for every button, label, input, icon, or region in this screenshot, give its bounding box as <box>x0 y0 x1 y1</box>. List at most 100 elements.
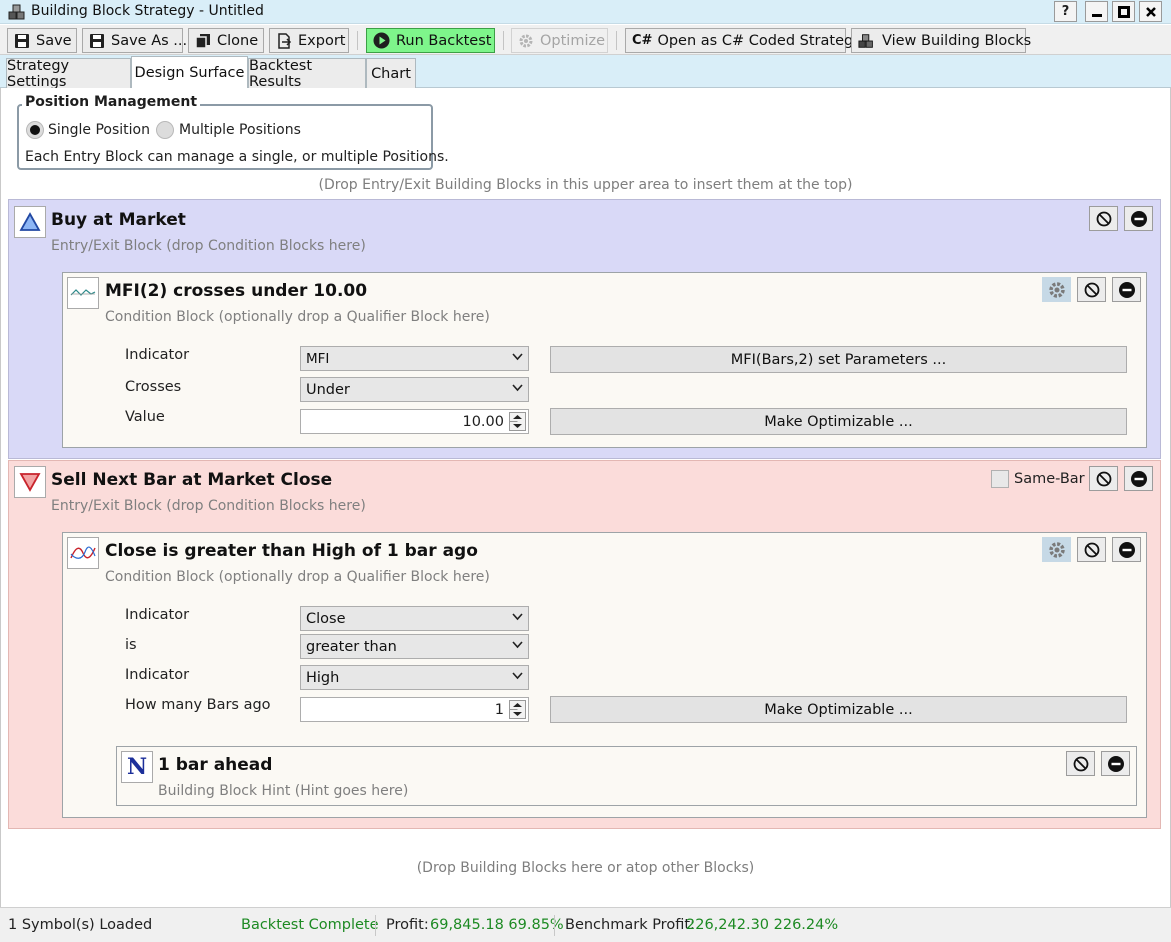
condition-subtitle: Condition Block (optionally drop a Quali… <box>105 569 490 585</box>
comparison-dropdown[interactable]: greater than <box>300 634 529 659</box>
spin-arrows-icon <box>509 412 526 431</box>
save-as-label: Save As ... <box>111 32 188 49</box>
remove-button[interactable] <box>1112 277 1141 302</box>
bars-ago-input[interactable]: 1 <box>495 702 504 718</box>
close-button[interactable] <box>1139 1 1162 22</box>
make-optimizable-button[interactable]: Make Optimizable ... <box>550 696 1127 723</box>
same-bar-checkbox[interactable] <box>991 470 1009 488</box>
set-parameters-button[interactable]: MFI(Bars,2) set Parameters ... <box>550 346 1127 373</box>
view-building-blocks-label: View Building Blocks <box>882 32 1032 49</box>
tab-bar: Strategy Settings Design Surface Backtes… <box>0 55 1171 90</box>
make-optimizable-button[interactable]: Make Optimizable ... <box>550 408 1127 435</box>
minimize-button[interactable] <box>1085 1 1108 22</box>
crosses-dropdown[interactable]: Under <box>300 377 529 402</box>
save-button[interactable]: Save <box>7 28 77 53</box>
gear-icon <box>519 34 533 47</box>
clone-icon <box>195 33 210 49</box>
bars-ago-stepper[interactable]: 1 <box>300 697 529 722</box>
exit-block-title: Sell Next Bar at Market Close <box>51 470 333 490</box>
spin-arrows-icon <box>509 700 526 719</box>
status-separator <box>554 915 555 936</box>
multiple-positions-radio[interactable] <box>156 121 174 139</box>
maximize-button[interactable] <box>1112 1 1135 22</box>
chevron-down-icon <box>512 384 523 392</box>
disable-button[interactable] <box>1077 277 1106 302</box>
disable-button[interactable] <box>1077 537 1106 562</box>
save-as-button[interactable]: Save As ... <box>82 28 187 53</box>
status-separator <box>375 915 376 936</box>
indicator-value: Close <box>306 611 346 627</box>
disable-icon <box>1084 542 1099 557</box>
tab-design-surface[interactable]: Design Surface <box>131 56 248 89</box>
symbols-loaded-status: 1 Symbol(s) Loaded <box>8 917 153 933</box>
settings-button[interactable] <box>1042 537 1071 562</box>
export-button[interactable]: Export <box>269 28 349 53</box>
indicator-dropdown[interactable]: Close <box>300 606 529 631</box>
export-icon <box>278 32 292 49</box>
indicator-value: MFI <box>306 351 330 367</box>
disable-button[interactable] <box>1066 751 1095 776</box>
remove-button[interactable] <box>1101 751 1130 776</box>
open-csharp-button[interactable]: C# Open as C# Coded Strategy <box>625 28 862 53</box>
hint-block-title: 1 bar ahead <box>158 755 273 775</box>
status-bar: 1 Symbol(s) Loaded Backtest Complete Pro… <box>0 907 1171 942</box>
run-backtest-button[interactable]: Run Backtest <box>366 28 495 53</box>
top-drop-hint: (Drop Entry/Exit Building Blocks in this… <box>318 177 853 193</box>
open-csharp-label: Open as C# Coded Strategy <box>657 32 862 49</box>
value-label: Value <box>125 409 165 425</box>
chevron-down-icon <box>512 641 523 649</box>
entry-block-subtitle: Entry/Exit Block (drop Condition Blocks … <box>51 238 366 254</box>
profit-label: Profit: <box>386 917 429 933</box>
save-as-icon <box>90 33 104 48</box>
play-icon <box>373 32 390 49</box>
benchmark-profit-value: 226,242.30 226.24% <box>686 917 839 933</box>
optimize-button[interactable]: Optimize <box>511 28 608 53</box>
condition-title: MFI(2) crosses under 10.00 <box>105 281 368 301</box>
profit-value: 69,845.18 69.85% <box>430 917 564 933</box>
clone-label: Clone <box>217 32 259 49</box>
tab-backtest-results[interactable]: Backtest Results <box>248 58 366 90</box>
export-label: Export <box>298 32 346 49</box>
disable-icon <box>1096 211 1111 226</box>
hint-block-subtitle: Building Block Hint (Hint goes here) <box>158 783 409 799</box>
building-blocks-icon <box>858 33 873 48</box>
remove-icon <box>1130 210 1147 227</box>
chevron-down-icon <box>512 353 523 361</box>
indicator-dropdown-2[interactable]: High <box>300 665 529 690</box>
remove-button[interactable] <box>1124 206 1153 231</box>
minimize-icon <box>1091 13 1102 17</box>
toolbar-separator <box>503 31 504 50</box>
window-title: Building Block Strategy - Untitled <box>31 3 264 19</box>
close-icon <box>1145 6 1156 17</box>
hint-letter-icon: N <box>121 751 153 783</box>
view-building-blocks-button[interactable]: View Building Blocks <box>851 28 1031 53</box>
single-position-radio[interactable] <box>26 121 44 139</box>
maximize-icon <box>1117 5 1130 18</box>
value-stepper[interactable]: 10.00 <box>300 409 529 434</box>
value-input[interactable]: 10.00 <box>462 414 504 430</box>
disable-button[interactable] <box>1089 206 1118 231</box>
clone-button[interactable]: Clone <box>188 28 264 53</box>
indicator-compare-icon <box>67 537 99 569</box>
toolbar-separator <box>357 31 358 50</box>
sell-triangle-icon <box>14 466 46 498</box>
remove-button[interactable] <box>1112 537 1141 562</box>
tab-strategy-settings[interactable]: Strategy Settings <box>6 58 131 90</box>
multiple-positions-label[interactable]: Multiple Positions <box>179 122 301 138</box>
indicator-dropdown[interactable]: MFI <box>300 346 529 371</box>
disable-button[interactable] <box>1089 466 1118 491</box>
help-button[interactable]: ? <box>1054 1 1077 22</box>
gear-icon <box>1048 281 1065 298</box>
settings-button[interactable] <box>1042 277 1071 302</box>
remove-button[interactable] <box>1124 466 1153 491</box>
remove-icon <box>1130 470 1147 487</box>
single-position-label[interactable]: Single Position <box>48 122 150 138</box>
indicator-label: Indicator <box>125 607 190 623</box>
same-bar-label[interactable]: Same-Bar <box>1014 471 1085 487</box>
crosses-label: Crosses <box>125 379 182 395</box>
indicator-value-2: High <box>306 670 340 686</box>
tab-chart[interactable]: Chart <box>366 58 416 88</box>
optimize-label: Optimize <box>540 32 606 49</box>
disable-icon <box>1073 756 1088 771</box>
title-bar: Building Block Strategy - Untitled ? <box>0 0 1171 24</box>
